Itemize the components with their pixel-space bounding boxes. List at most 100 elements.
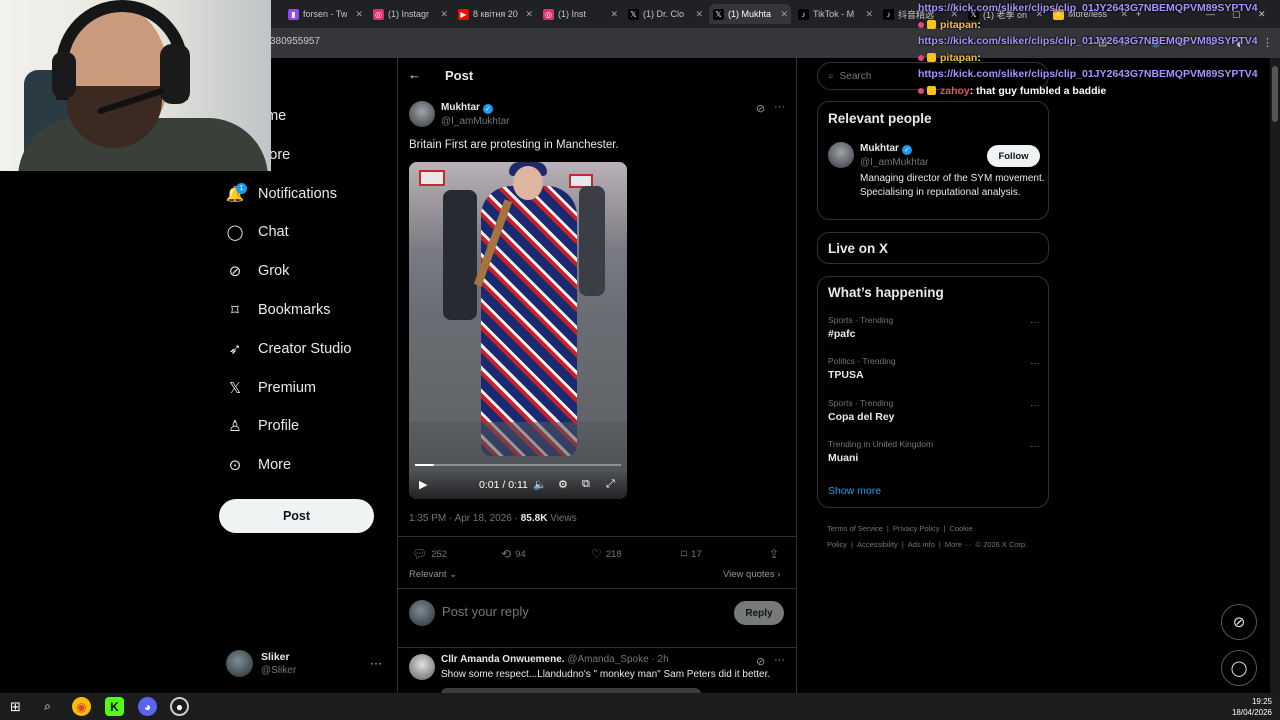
discord-icon[interactable]: ◕ bbox=[138, 697, 157, 716]
grok-explain-icon[interactable]: ⊘ bbox=[756, 102, 765, 115]
whats-happening-card: What’s happening Sports · Trending #pafc ·… bbox=[817, 276, 1049, 508]
pip-icon[interactable]: ⧉ bbox=[582, 478, 590, 491]
repost-stat[interactable]: ⟲ 94 bbox=[501, 547, 526, 561]
fullscreen-icon[interactable]: ⤢ bbox=[606, 478, 615, 491]
timestamp-text[interactable]: 1:35 PM · Apr 18, 2026 · bbox=[409, 513, 521, 524]
kick-icon[interactable]: K bbox=[105, 697, 124, 716]
account-name[interactable]: Sliker bbox=[261, 651, 290, 663]
trend-item[interactable]: Politics · Trending TPUSA ··· bbox=[828, 356, 1040, 381]
browser-tab[interactable]: 𝕏 (1) Dr. Clo ✕ bbox=[624, 4, 706, 24]
trend-item[interactable]: Trending in United Kingdom Muani ··· bbox=[828, 439, 1040, 464]
comment-author-name[interactable]: Cllr Amanda Onwuemene. bbox=[441, 654, 565, 665]
trend-more-icon[interactable]: ··· bbox=[1030, 317, 1040, 328]
taskbar-search-icon[interactable]: ⌕ bbox=[38, 697, 57, 716]
trend-more-icon[interactable]: ··· bbox=[1030, 400, 1040, 411]
browser-tab[interactable]: ◎ (1) Inst ✕ bbox=[539, 4, 621, 24]
follow-button[interactable]: Follow bbox=[987, 145, 1040, 167]
trend-more-icon[interactable]: ··· bbox=[1030, 441, 1040, 452]
nav-item-creator-studio[interactable]: ➶ Creator Studio bbox=[226, 334, 352, 364]
author-handle[interactable]: @I_amMukhtar bbox=[441, 116, 510, 127]
scrollbar-track[interactable] bbox=[1270, 58, 1280, 693]
address-url[interactable]: 380955957 bbox=[270, 36, 320, 47]
reply-input[interactable] bbox=[442, 604, 712, 619]
back-arrow-icon[interactable]: ← bbox=[408, 67, 421, 82]
author-name-text[interactable]: Mukhtar bbox=[441, 102, 480, 113]
nav-item-profile[interactable]: ♙ Profile bbox=[226, 411, 299, 441]
grok-explain-icon[interactable]: ⊘ bbox=[756, 655, 765, 668]
play-icon[interactable]: ▶ bbox=[419, 478, 427, 491]
windows-start-icon[interactable]: ⊞ bbox=[6, 697, 25, 716]
nav-item-bookmarks[interactable]: ⌑ Bookmarks bbox=[226, 295, 330, 325]
browser-tab[interactable]: ▮ forsen - Tw ✕ bbox=[284, 4, 366, 24]
view-quotes-link[interactable]: View quotes › bbox=[723, 569, 780, 580]
chat-link[interactable]: https://kick.com/sliker/clips/clip_01JY2… bbox=[918, 35, 1258, 47]
nav-item-grok[interactable]: ⊘ Grok bbox=[226, 256, 290, 286]
browser-tab[interactable]: ◎ (1) Instagr ✕ bbox=[369, 4, 451, 24]
reply-stat[interactable]: 💬︎ 252 bbox=[412, 547, 447, 561]
post-more-icon[interactable]: ··· bbox=[774, 101, 785, 113]
footer-link[interactable]: © 2026 X Corp. bbox=[976, 540, 1028, 549]
video-progress-bar[interactable] bbox=[415, 464, 621, 466]
tab-close-icon[interactable]: ✕ bbox=[610, 9, 621, 20]
comment-avatar[interactable] bbox=[409, 654, 435, 680]
search-placeholder[interactable]: Search bbox=[840, 71, 872, 82]
comment-more-icon[interactable]: ··· bbox=[774, 654, 785, 666]
view-quotes-label[interactable]: View quotes bbox=[723, 569, 775, 580]
chat-username[interactable]: pitapan bbox=[940, 19, 977, 31]
relevant-person-name[interactable]: Mukhtar ✓ bbox=[860, 143, 912, 155]
taskbar-clock[interactable]: 19:25 18/04/2026 bbox=[1226, 696, 1272, 718]
tab-close-icon[interactable]: ✕ bbox=[525, 9, 536, 20]
browser-tab[interactable]: ♪ TikTok - M ✕ bbox=[794, 4, 876, 24]
tab-close-icon[interactable]: ✕ bbox=[355, 9, 366, 20]
footer-link[interactable]: More ··· bbox=[945, 540, 972, 549]
author-avatar[interactable] bbox=[409, 101, 435, 127]
messages-fab-button[interactable]: ◯ bbox=[1221, 650, 1257, 686]
chat-username[interactable]: zahoy bbox=[940, 85, 970, 97]
chat-username[interactable]: pitapan bbox=[940, 52, 977, 64]
nav-item-more[interactable]: ⊙ More bbox=[226, 450, 291, 480]
browser-tab[interactable]: ▶ 8 квітня 20 ✕ bbox=[454, 4, 536, 24]
reply-sort-dropdown[interactable]: Relevant ⌄ bbox=[409, 569, 457, 580]
trend-more-icon[interactable]: ··· bbox=[1030, 358, 1040, 369]
share-stat[interactable]: ⇪ bbox=[769, 547, 779, 561]
post-button[interactable]: Post bbox=[219, 499, 374, 533]
grok-fab-button[interactable]: ⊘ bbox=[1221, 604, 1257, 640]
nav-item-label: More bbox=[258, 457, 292, 474]
browser-tab[interactable]: 𝕏 (1) Mukhta ✕ bbox=[709, 4, 791, 24]
trend-item[interactable]: Sports · Trending #pafc ··· bbox=[828, 315, 1040, 340]
live-on-x-card[interactable]: Live on X bbox=[817, 232, 1049, 264]
chat-link[interactable]: https://kick.com/sliker/clips/clip_01JY2… bbox=[918, 2, 1258, 14]
nav-item-chat[interactable]: ◯ Chat bbox=[226, 217, 289, 247]
comment-header[interactable]: Cllr Amanda Onwuemene. @Amanda_Spoke · 2… bbox=[441, 654, 669, 665]
account-more-icon[interactable]: ··· bbox=[370, 656, 382, 670]
volume-icon[interactable]: 🔈 bbox=[533, 478, 547, 491]
author-name[interactable]: Mukhtar ✓ bbox=[441, 102, 493, 114]
account-handle[interactable]: @Sliker bbox=[261, 665, 296, 676]
comment-handle-time[interactable]: @Amanda_Spoke · 2h bbox=[565, 654, 668, 665]
relevant-person-avatar[interactable] bbox=[828, 142, 854, 168]
footer-link[interactable]: Ads info bbox=[908, 540, 935, 549]
relevant-person-handle[interactable]: @I_amMukhtar bbox=[860, 157, 929, 168]
footer-link[interactable]: Terms of Service bbox=[827, 524, 883, 533]
video-player[interactable]: ▶ 0:01 / 0:11 🔈 ⚙ ⧉ ⤢ bbox=[409, 162, 627, 499]
trend-item[interactable]: Sports · Trending Copa del Rey ··· bbox=[828, 398, 1040, 423]
tab-close-icon[interactable]: ✕ bbox=[695, 9, 706, 20]
account-avatar[interactable] bbox=[226, 650, 253, 677]
tab-close-icon[interactable]: ✕ bbox=[865, 9, 876, 20]
relevant-person-name-text[interactable]: Mukhtar bbox=[860, 143, 899, 154]
chrome-icon[interactable]: ◉ bbox=[72, 697, 91, 716]
footer-link[interactable]: Privacy Policy bbox=[893, 524, 940, 533]
bookmark-stat[interactable]: ⌑ 17 bbox=[681, 547, 702, 561]
chat-link[interactable]: https://kick.com/sliker/clips/clip_01JY2… bbox=[918, 68, 1258, 80]
like-stat[interactable]: ♡ 218 bbox=[591, 547, 622, 561]
show-more-link[interactable]: Show more bbox=[828, 485, 881, 497]
chevron-down-icon: ⌄ bbox=[446, 569, 458, 580]
tab-close-icon[interactable]: ✕ bbox=[780, 9, 791, 20]
tab-close-icon[interactable]: ✕ bbox=[440, 9, 451, 20]
obs-icon[interactable]: ● bbox=[170, 697, 189, 716]
settings-gear-icon[interactable]: ⚙ bbox=[558, 478, 568, 491]
sort-label[interactable]: Relevant bbox=[409, 569, 447, 580]
reply-button[interactable]: Reply bbox=[734, 601, 784, 625]
footer-link[interactable]: Accessibility bbox=[857, 540, 898, 549]
nav-item-premium[interactable]: 𝕏 Premium bbox=[226, 373, 316, 403]
